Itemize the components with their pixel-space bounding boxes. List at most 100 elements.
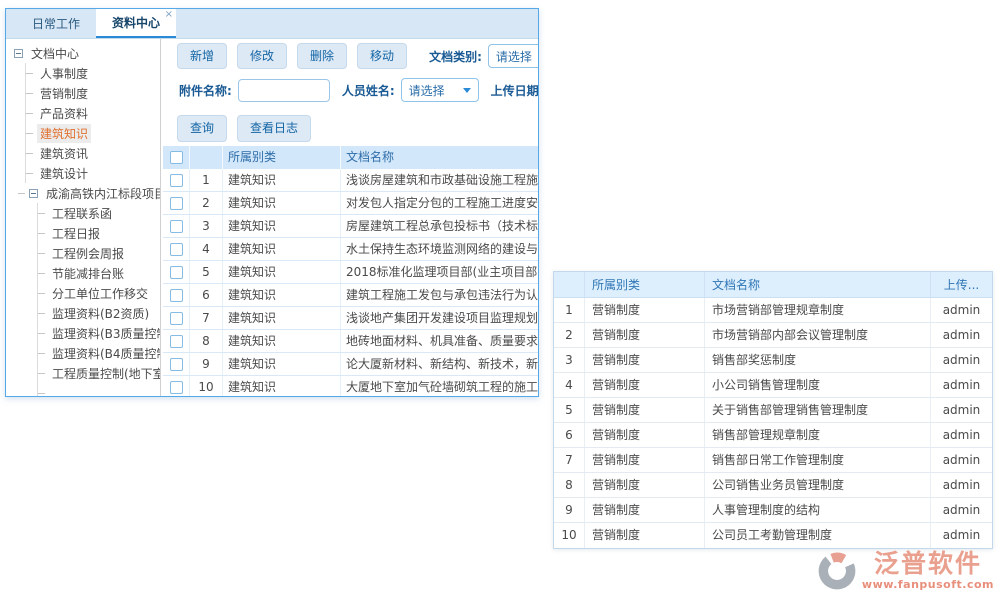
- table-row[interactable]: 9 营销制度 人事管理制度的结构 admin: [554, 498, 992, 523]
- row-doc-name: 市场营销部管理规章制度: [704, 298, 930, 322]
- logo-brand-text: 泛普软件: [862, 551, 994, 577]
- sidebar-item-label: 工程质量控制(地下室): [49, 364, 161, 383]
- sidebar-project-item[interactable]: 分工单位工作移交: [38, 283, 160, 303]
- table-row[interactable]: 1 建筑知识 浅谈房屋建筑和市政基础设施工程施工...: [163, 169, 539, 192]
- row-category: 建筑知识: [223, 284, 341, 306]
- tab-data-center[interactable]: 资料中心 ×: [96, 9, 176, 38]
- table-row[interactable]: 5 营销制度 关于销售部管理销售管理制度 admin: [554, 398, 992, 423]
- row-doc-name: 公司销售业务员管理制度: [704, 473, 930, 497]
- sidebar-project-item[interactable]: 监理资料(B4质量控制): [38, 343, 160, 363]
- table-row[interactable]: 5 建筑知识 2018标准化监理项目部(业主项目部)人员...: [163, 261, 539, 284]
- add-button[interactable]: 新增: [177, 43, 227, 69]
- row-doc-name: 关于销售部管理销售管理制度: [704, 398, 930, 422]
- row-number: 5: [554, 398, 584, 422]
- table-row[interactable]: 3 建筑知识 房屋建筑工程总承包投标书（技术标）...: [163, 215, 539, 238]
- row-category: 建筑知识: [223, 307, 341, 329]
- row-checkbox[interactable]: [170, 243, 183, 256]
- row-checkbox[interactable]: [170, 174, 183, 187]
- sidebar-item-label: 人事制度: [37, 64, 91, 83]
- collapse-icon[interactable]: [29, 189, 38, 198]
- row-doc-name: 地砖地面材料、机具准备、质量要求及...: [341, 330, 539, 352]
- row-number: 6: [190, 284, 223, 306]
- collapse-icon[interactable]: [14, 49, 23, 58]
- table-row[interactable]: 4 营销制度 小公司销售管理制度 admin: [554, 373, 992, 398]
- sidebar-item[interactable]: 人事制度: [26, 63, 160, 83]
- query-toolbar: 查询 查看日志: [177, 116, 538, 141]
- sidebar-tree: 文档中心 人事制度 营销制度 产品资料 建筑知识 建筑资讯 建筑设计 成渝高铁内…: [6, 39, 161, 396]
- row-doc-name: 销售部奖惩制度: [704, 348, 930, 372]
- person-name-value: 请选择: [409, 82, 445, 99]
- row-number: 8: [190, 330, 223, 352]
- select-all-checkbox[interactable]: [170, 151, 183, 164]
- row-number: 7: [554, 448, 584, 472]
- table-row[interactable]: 7 营销制度 销售部日常工作管理制度 admin: [554, 448, 992, 473]
- row-number: 2: [190, 192, 223, 214]
- row-uploader: admin: [930, 348, 992, 372]
- marketing-docs-table: 所属别类 文档名称 上传... 1 营销制度 市场营销部管理规章制度 admin…: [553, 271, 993, 549]
- row-category: 建筑知识: [223, 353, 341, 375]
- sidebar-project-item[interactable]: 监理资料(B2资质): [38, 303, 160, 323]
- query-button[interactable]: 查询: [177, 115, 227, 141]
- sidebar-item[interactable]: 建筑知识: [26, 123, 160, 143]
- sidebar-item[interactable]: 建筑设计: [26, 163, 160, 183]
- row-checkbox[interactable]: [170, 335, 183, 348]
- tab-close-icon[interactable]: ×: [165, 10, 173, 20]
- header-category: 所属别类: [584, 272, 704, 297]
- table-row[interactable]: 4 建筑知识 水土保持生态环境监测网络的建设与资...: [163, 238, 539, 261]
- sidebar-project-item[interactable]: 工程质量控制(地下室): [38, 363, 160, 383]
- table-row[interactable]: 3 营销制度 销售部奖惩制度 admin: [554, 348, 992, 373]
- row-checkbox[interactable]: [170, 358, 183, 371]
- header-category: 所属别类: [223, 146, 341, 169]
- table-row[interactable]: 7 建筑知识 浅谈地产集团开发建设项目监理规划编...: [163, 307, 539, 330]
- row-uploader: admin: [930, 498, 992, 522]
- row-checkbox[interactable]: [170, 289, 183, 302]
- row-checkbox[interactable]: [170, 197, 183, 210]
- sidebar-project-root-label: 成渝高铁内江标段项目: [43, 184, 161, 203]
- table-row[interactable]: 2 营销制度 市场营销部内部会议管理制度 admin: [554, 323, 992, 348]
- doc-category-select[interactable]: 请选择: [488, 44, 539, 68]
- table-row[interactable]: 10 建筑知识 大厦地下室加气砼墙砌筑工程的施工方...: [163, 376, 539, 397]
- table-row[interactable]: 9 建筑知识 论大厦新材料、新结构、新技术，新工...: [163, 353, 539, 376]
- tab-daily-work[interactable]: 日常工作: [16, 9, 96, 38]
- row-checkbox[interactable]: [170, 312, 183, 325]
- row-doc-name: 小公司销售管理制度: [704, 373, 930, 397]
- row-category: 营销制度: [584, 448, 704, 472]
- sidebar-project-item[interactable]: 工程例会周报: [38, 243, 160, 263]
- doc-category-value: 请选择: [496, 48, 532, 65]
- row-checkbox[interactable]: [170, 381, 183, 394]
- table-row[interactable]: 8 营销制度 公司销售业务员管理制度 admin: [554, 473, 992, 498]
- row-number: 2: [554, 323, 584, 347]
- sidebar-root-label: 文档中心: [28, 44, 82, 63]
- sidebar-item[interactable]: 产品资料: [26, 103, 160, 123]
- table-row[interactable]: 10 营销制度 公司员工考勤管理制度 admin: [554, 523, 992, 548]
- sidebar-item[interactable]: 营销制度: [26, 83, 160, 103]
- sidebar-item-clipped[interactable]: [38, 383, 160, 396]
- table-row[interactable]: 1 营销制度 市场营销部管理规章制度 admin: [554, 298, 992, 323]
- table-row[interactable]: 2 建筑知识 对发包人指定分包的工程施工进度安排...: [163, 192, 539, 215]
- row-number: 9: [554, 498, 584, 522]
- row-checkbox[interactable]: [170, 220, 183, 233]
- sidebar-project-item[interactable]: 监理资料(B3质量控制): [38, 323, 160, 343]
- action-toolbar: 新增 修改 删除 移动 文档类别: 请选择 文档: [177, 43, 538, 69]
- row-category: 建筑知识: [223, 376, 341, 397]
- move-button[interactable]: 移动: [357, 43, 407, 69]
- person-name-select[interactable]: 请选择: [401, 78, 479, 102]
- sidebar-item-label: 建筑知识: [37, 124, 91, 143]
- table-row[interactable]: 8 建筑知识 地砖地面材料、机具准备、质量要求及...: [163, 330, 539, 353]
- sidebar-item[interactable]: 建筑资讯: [26, 143, 160, 163]
- attachment-name-input[interactable]: [238, 79, 330, 102]
- row-doc-name: 房屋建筑工程总承包投标书（技术标）...: [341, 215, 539, 237]
- sidebar-item-label: 监理资料(B3质量控制): [49, 324, 161, 343]
- sidebar-project-item[interactable]: 工程联系函: [38, 203, 160, 223]
- table-row[interactable]: 6 建筑知识 建筑工程施工发包与承包违法行为认定...: [163, 284, 539, 307]
- view-log-button[interactable]: 查看日志: [237, 115, 311, 141]
- sidebar-item-label: 建筑资讯: [37, 144, 91, 163]
- sidebar-root-document-center[interactable]: 文档中心: [14, 43, 160, 63]
- sidebar-project-item[interactable]: 工程日报: [38, 223, 160, 243]
- row-checkbox[interactable]: [170, 266, 183, 279]
- sidebar-project-item[interactable]: 节能减排台账: [38, 263, 160, 283]
- table-row[interactable]: 6 营销制度 销售部管理规章制度 admin: [554, 423, 992, 448]
- delete-button[interactable]: 删除: [297, 43, 347, 69]
- modify-button[interactable]: 修改: [237, 43, 287, 69]
- sidebar-project-root[interactable]: 成渝高铁内江标段项目: [18, 183, 160, 203]
